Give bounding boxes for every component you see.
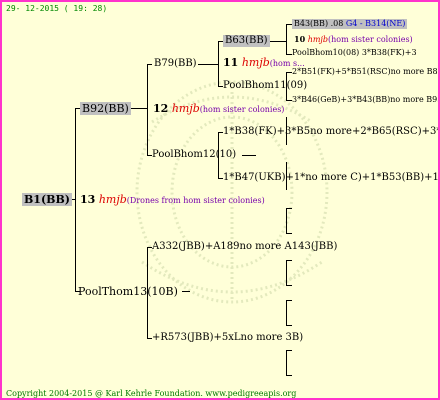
b63-mating: 10 hmjb(hom sister colonies) [294,34,413,44]
pool11-line2: 3*B46(GeB)+3*B43(BB)no more B95(A [292,95,438,104]
thom13-line1: A332(JBB)+A189no more A143(JBB) [152,241,338,252]
pool11-line1: 2*B51(FK)+5*B51(RSC)no more B86 [292,67,438,76]
queen-b92[interactable]: B92(BB) [80,102,131,115]
root-queen[interactable]: B1(BB) [22,193,72,206]
drone-pool-bhom11[interactable]: PoolBhom11(09) [223,81,307,91]
queen-b43[interactable]: B43(BB) .08 G4 - B314(NE) [292,19,408,29]
drone-pool-bhom10[interactable]: PoolBhom10(08) 3*B38(FK)+3 [292,49,417,57]
header-date: 29- 12-2015 ( 19: 28) [6,4,108,13]
b92-mating: 12 hmjb(hom sister colonies) [153,102,285,115]
pedigree-frame: 29- 12-2015 ( 19: 28) B1(BB) 13 hmjb(Dro… [2,2,438,398]
queen-b63[interactable]: B63(BB) [223,35,270,47]
footer-copyright: Copyright 2004-2015 @ Karl Kehrle Founda… [6,389,297,398]
pool12-line1: 1*B38(FK)+3*B5no more+2*B65(RSC)+3*B29 [223,126,438,137]
drone-pool-thom13[interactable]: PoolThom13(10B) [78,286,178,297]
drone-pool-bhom12[interactable]: PoolBhom12(10) [152,150,236,160]
thom13-line2: +R573(JBB)+5xLno more 3B) [152,332,304,343]
queen-b79[interactable]: B79(BB) [154,59,197,69]
root-mating: 13 hmjb(Drones from hom sister colonies) [80,193,265,206]
pool12-line2: 1*B47(UKB)+1*no more C)+1*B53(BB)+1*A [223,172,438,183]
